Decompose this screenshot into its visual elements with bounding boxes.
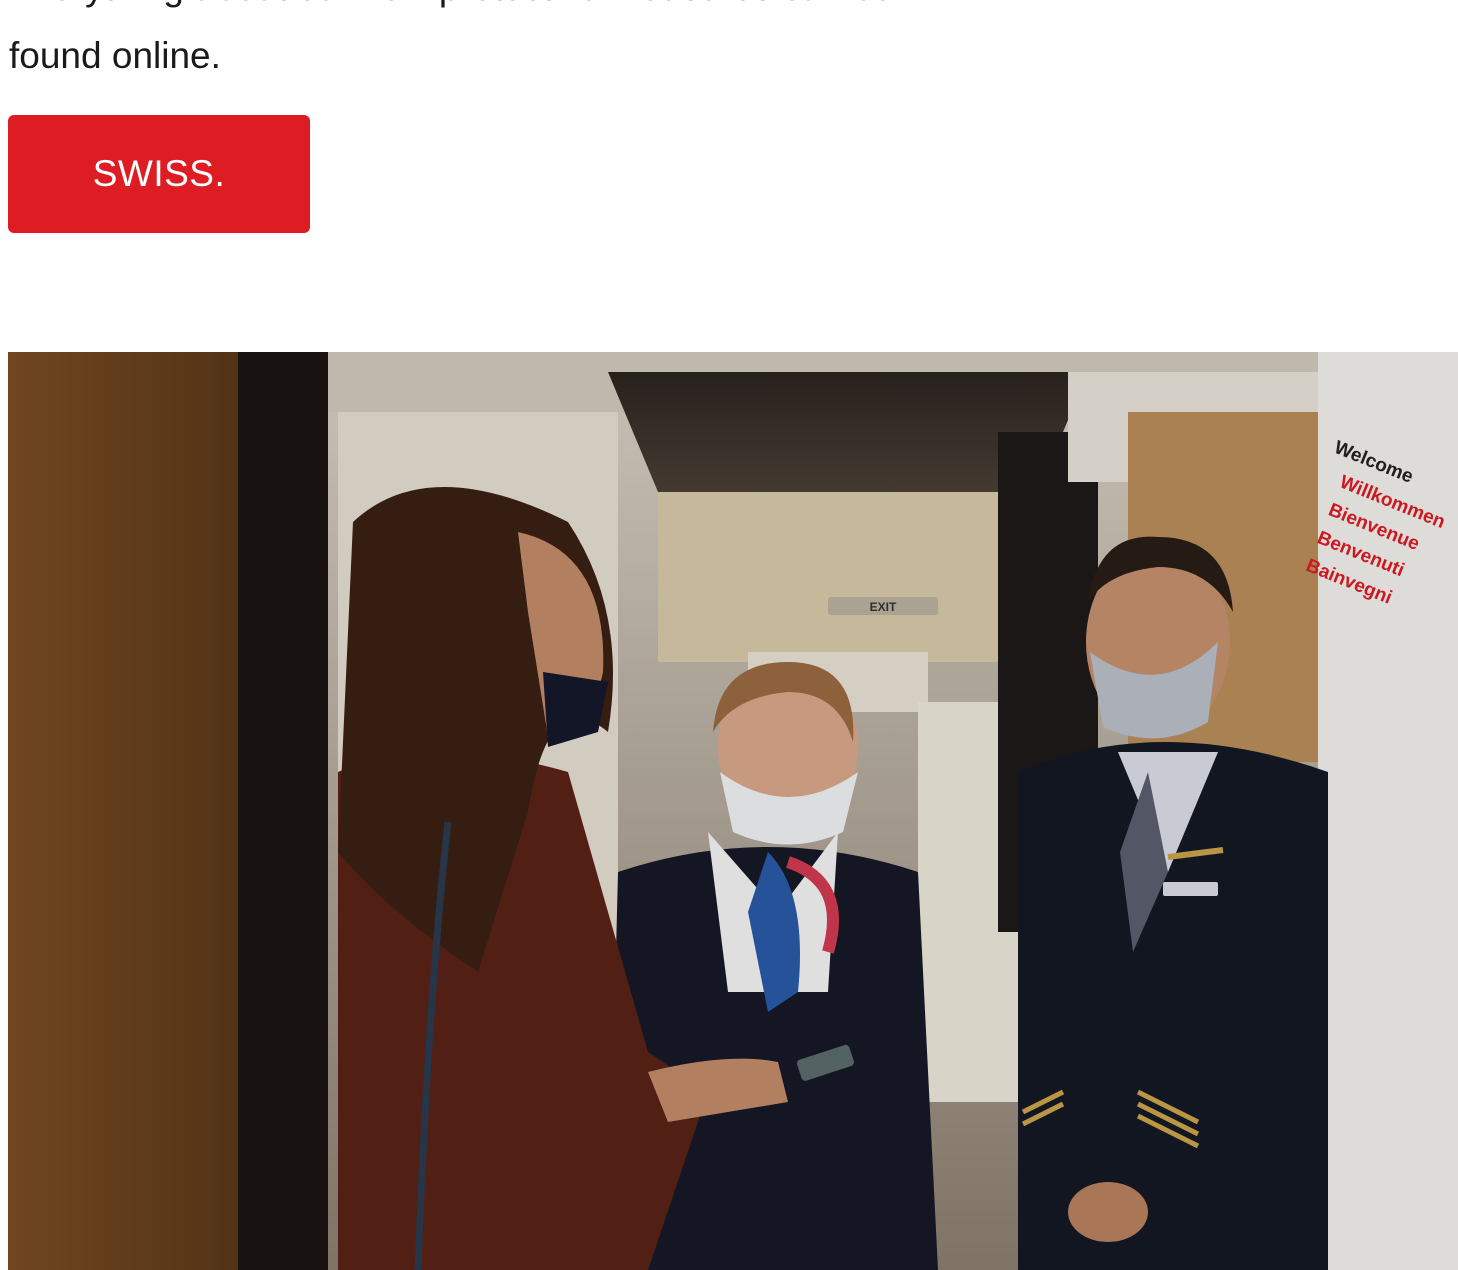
- swiss-link-button[interactable]: SWISS.: [8, 115, 310, 233]
- cabin-crew-illustration: EXIT Welcome Willkommen Bienvenue Benven…: [8, 352, 1458, 1270]
- intro-paragraph: Everything about our new protective meas…: [9, 0, 1409, 90]
- intro-line-1: Everything about our new protective meas…: [9, 0, 1409, 22]
- cabin-crew-photo: EXIT Welcome Willkommen Bienvenue Benven…: [8, 352, 1458, 1270]
- intro-line-2: found online.: [9, 35, 221, 76]
- email-content: Everything about our new protective meas…: [0, 0, 1458, 1270]
